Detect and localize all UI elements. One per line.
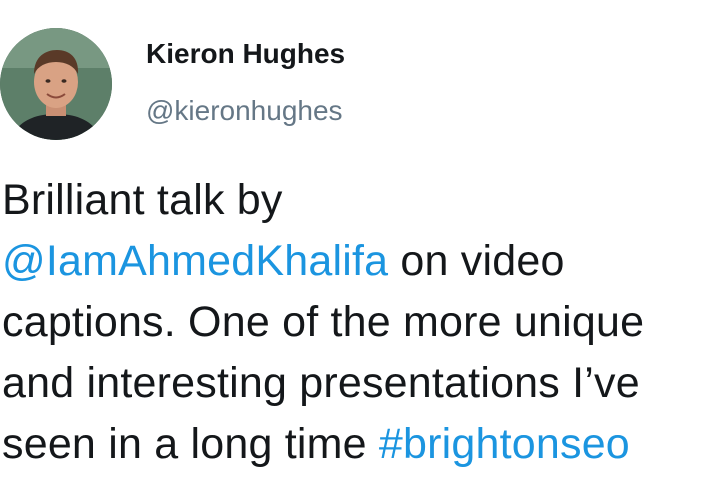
- tweet-line-2: @IamAhmedKhalifa on video: [2, 231, 715, 292]
- tweet-card: Kieron Hughes @kieronhughes Brilliant ta…: [0, 0, 715, 500]
- hashtag-link[interactable]: #brightonseo: [379, 420, 630, 468]
- tweet-line-5: seen in a long time #brightonseo: [2, 414, 715, 475]
- tweet-line-1: Brilliant talk by: [2, 176, 283, 224]
- profile-photo-icon: [0, 28, 112, 140]
- author-handle[interactable]: @kieronhughes: [146, 95, 343, 127]
- tweet-line-2-rest: on video: [388, 237, 565, 285]
- tweet-line-4: and interesting presentations I’ve: [2, 359, 640, 407]
- author-display-name[interactable]: Kieron Hughes: [146, 38, 345, 70]
- tweet-line-3: captions. One of the more unique: [2, 298, 645, 346]
- avatar[interactable]: [0, 28, 112, 140]
- mention-link[interactable]: @IamAhmedKhalifa: [2, 237, 388, 285]
- tweet-text: Brilliant talk by @IamAhmedKhalifa on vi…: [2, 170, 715, 475]
- tweet-line-5-start: seen in a long time: [2, 420, 379, 468]
